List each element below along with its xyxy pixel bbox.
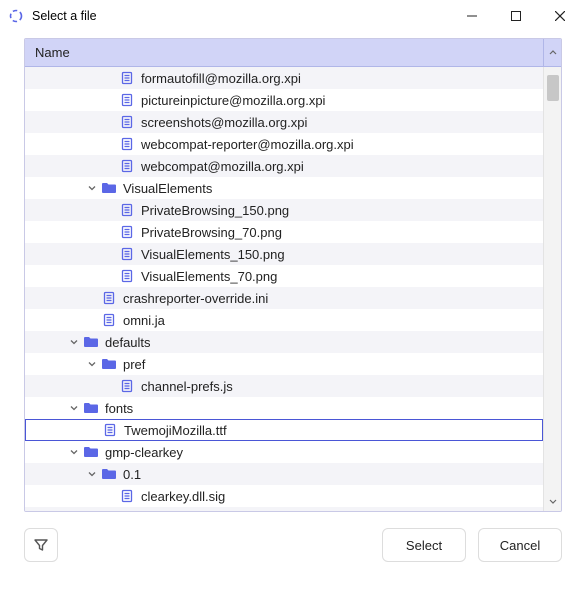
tree-item-label: VisualElements_70.png: [141, 269, 277, 284]
folder-icon: [101, 356, 117, 372]
folder-icon: [101, 466, 117, 482]
tree-file-row[interactable]: pictureinpicture@mozilla.org.xpi: [25, 89, 543, 111]
cancel-button[interactable]: Cancel: [478, 528, 562, 562]
chevron-down-icon[interactable]: [67, 335, 81, 349]
cancel-button-label: Cancel: [500, 538, 540, 553]
tree-item-label: webcompat-reporter@mozilla.org.xpi: [141, 137, 354, 152]
tree-folder-row[interactable]: gmp-clearkey: [25, 441, 543, 463]
footer: Select Cancel: [0, 512, 586, 578]
tree-file-row[interactable]: clearkey.dll.sig: [25, 485, 543, 507]
filter-icon: [33, 537, 49, 553]
tree-file-row[interactable]: clearkey.dll: [25, 507, 543, 511]
scroll-down-button[interactable]: [544, 493, 562, 509]
titlebar: Select a file: [0, 0, 586, 32]
folder-icon: [83, 444, 99, 460]
column-header-name[interactable]: Name: [25, 39, 543, 66]
tree-item-label: omni.ja: [123, 313, 165, 328]
tree-item-label: webcompat@mozilla.org.xpi: [141, 159, 304, 174]
chevron-down-icon[interactable]: [85, 467, 99, 481]
folder-icon: [83, 400, 99, 416]
minimize-button[interactable]: [450, 0, 494, 32]
tree-item-label: formautofill@mozilla.org.xpi: [141, 71, 301, 86]
tree-file-row[interactable]: crashreporter-override.ini: [25, 287, 543, 309]
file-icon: [119, 510, 135, 511]
file-icon: [119, 136, 135, 152]
file-icon: [119, 114, 135, 130]
maximize-button[interactable]: [494, 0, 538, 32]
chevron-down-icon[interactable]: [67, 401, 81, 415]
chevron-down-icon[interactable]: [67, 445, 81, 459]
tree-item-label: pictureinpicture@mozilla.org.xpi: [141, 93, 325, 108]
tree-folder-row[interactable]: pref: [25, 353, 543, 375]
tree-file-row[interactable]: TwemojiMozilla.ttf: [25, 419, 543, 441]
tree-folder-row[interactable]: fonts: [25, 397, 543, 419]
window-title: Select a file: [32, 9, 450, 23]
tree-item-label: 0.1: [123, 467, 141, 482]
file-tree-panel: Name formautofill@mozilla.org.xpi picture…: [24, 38, 562, 512]
tree-file-row[interactable]: formautofill@mozilla.org.xpi: [25, 67, 543, 89]
file-icon: [119, 268, 135, 284]
tree-item-label: fonts: [105, 401, 133, 416]
tree-file-row[interactable]: screenshots@mozilla.org.xpi: [25, 111, 543, 133]
chevron-down-icon[interactable]: [85, 357, 99, 371]
tree-file-row[interactable]: webcompat@mozilla.org.xpi: [25, 155, 543, 177]
tree-item-label: gmp-clearkey: [105, 445, 183, 460]
tree-item-label: VisualElements: [123, 181, 212, 196]
tree-file-row[interactable]: VisualElements_70.png: [25, 265, 543, 287]
file-icon: [119, 224, 135, 240]
select-button-label: Select: [406, 538, 442, 553]
scrollbar[interactable]: [543, 67, 561, 511]
select-button[interactable]: Select: [382, 528, 466, 562]
file-icon: [119, 488, 135, 504]
tree-file-row[interactable]: PrivateBrowsing_150.png: [25, 199, 543, 221]
tree-file-row[interactable]: webcompat-reporter@mozilla.org.xpi: [25, 133, 543, 155]
tree-item-label: crashreporter-override.ini: [123, 291, 268, 306]
tree-file-row[interactable]: PrivateBrowsing_70.png: [25, 221, 543, 243]
tree-file-row[interactable]: VisualElements_150.png: [25, 243, 543, 265]
file-icon: [119, 202, 135, 218]
tree-item-label: defaults: [105, 335, 151, 350]
tree-item-label: VisualElements_150.png: [141, 247, 285, 262]
tree-item-label: pref: [123, 357, 145, 372]
scroll-up-button[interactable]: [543, 39, 561, 66]
file-icon: [119, 378, 135, 394]
file-icon: [101, 312, 117, 328]
tree-item-label: PrivateBrowsing_150.png: [141, 203, 289, 218]
tree-item-label: clearkey.dll.sig: [141, 489, 225, 504]
file-icon: [119, 158, 135, 174]
folder-icon: [83, 334, 99, 350]
chevron-down-icon[interactable]: [85, 181, 99, 195]
column-header-row: Name: [25, 39, 561, 67]
tree-item-label: channel-prefs.js: [141, 379, 233, 394]
tree-file-row[interactable]: channel-prefs.js: [25, 375, 543, 397]
folder-icon: [101, 180, 117, 196]
file-icon: [102, 422, 118, 438]
file-tree[interactable]: formautofill@mozilla.org.xpi pictureinpic…: [25, 67, 543, 511]
file-icon: [101, 290, 117, 306]
tree-folder-row[interactable]: defaults: [25, 331, 543, 353]
tree-item-label: PrivateBrowsing_70.png: [141, 225, 282, 240]
tree-item-label: TwemojiMozilla.ttf: [124, 423, 227, 438]
file-icon: [119, 246, 135, 262]
close-button[interactable]: [538, 0, 582, 32]
tree-file-row[interactable]: omni.ja: [25, 309, 543, 331]
tree-item-label: screenshots@mozilla.org.xpi: [141, 115, 307, 130]
tree-folder-row[interactable]: VisualElements: [25, 177, 543, 199]
file-icon: [119, 92, 135, 108]
file-icon: [119, 70, 135, 86]
app-icon: [8, 8, 24, 24]
tree-folder-row[interactable]: 0.1: [25, 463, 543, 485]
scrollbar-thumb[interactable]: [547, 75, 559, 101]
tree-item-label: clearkey.dll: [141, 511, 205, 512]
filter-button[interactable]: [24, 528, 58, 562]
